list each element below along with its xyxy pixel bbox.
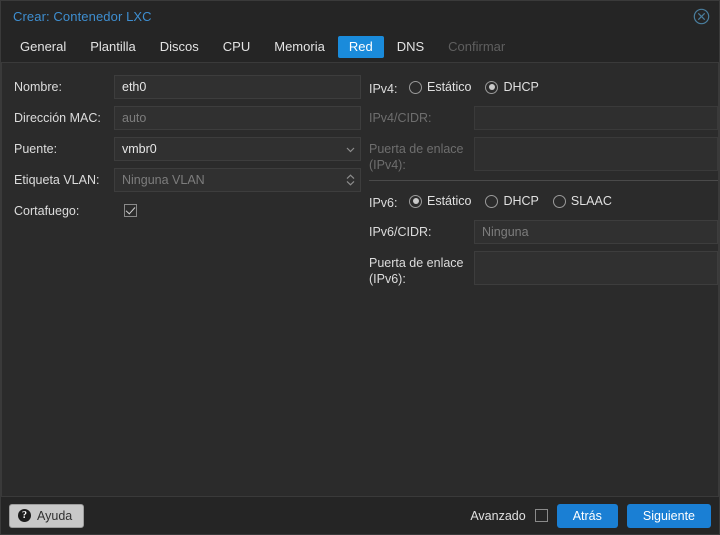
ipv4-gateway-input (474, 137, 718, 171)
dialog-body: Nombre: eth0 Dirección MAC: auto Puente:… (1, 63, 719, 496)
field-row-ipv4-gateway: Puerta de enlace (IPv4): (369, 137, 718, 173)
tab-confirmar: Confirmar (448, 38, 506, 54)
ipv4-cidr-label: IPv4/CIDR: (369, 111, 432, 125)
vlan-label: Etiqueta VLAN: (14, 173, 100, 187)
mac-input[interactable]: auto (114, 106, 361, 130)
ipv4-static-label: Estático (427, 80, 472, 94)
close-circle-icon[interactable] (693, 8, 710, 25)
tab-discos[interactable]: Discos (149, 36, 210, 58)
field-row-ipv4-cidr: IPv4/CIDR: (369, 106, 718, 130)
create-lxc-dialog: Crear: Contenedor LXC General Plantilla … (0, 0, 720, 535)
radio-circle-selected-icon (409, 194, 422, 208)
footer-actions: Avanzado Atrás Siguiente (470, 503, 711, 528)
ipv6-static-radio[interactable]: Estático (409, 194, 471, 208)
field-row-ipv6-gateway: Puerta de enlace (IPv6): (369, 251, 718, 287)
ipv4-dhcp-label: DHCP (503, 80, 539, 94)
ipv6-gateway-label: Puerta de enlace (IPv6): (369, 251, 474, 287)
ipv6-slaac-label: SLAAC (570, 194, 612, 208)
mac-label: Dirección MAC: (14, 111, 101, 125)
field-row-bridge: Puente: vmbr0 (14, 137, 361, 161)
ipv4-ipv6-divider (369, 180, 718, 181)
back-button[interactable]: Atrás (556, 503, 618, 528)
tab-general[interactable]: General (9, 36, 77, 58)
ipv4-gateway-label-line1: Puerta de enlace (369, 142, 464, 156)
field-row-ipv6-cidr: IPv6/CIDR: Ninguna (369, 220, 718, 244)
ipv4-gateway-label: Puerta de enlace (IPv4): (369, 137, 474, 173)
next-button[interactable]: Siguiente (626, 503, 711, 528)
ipv6-gateway-input[interactable] (474, 251, 718, 285)
dialog-titlebar: Crear: Contenedor LXC (1, 1, 719, 31)
help-button-label: Ayuda (37, 508, 73, 523)
ipv4-dhcp-radio[interactable]: DHCP (485, 80, 539, 94)
ipv6-slaac-radio[interactable]: SLAAC (552, 194, 612, 208)
ipv4-label: IPv4: (369, 82, 398, 96)
radio-circle-selected-icon (485, 80, 499, 94)
ipv6-dhcp-label: DHCP (503, 194, 539, 208)
radio-circle-icon (552, 194, 566, 208)
ipv6-cidr-label: IPv6/CIDR: (369, 225, 432, 239)
tab-memoria[interactable]: Memoria (263, 36, 336, 58)
tab-plantilla[interactable]: Plantilla (79, 36, 147, 58)
dialog-footer: ? Ayuda Avanzado Atrás Siguiente (1, 496, 719, 534)
bridge-label: Puente: (14, 142, 58, 156)
ipv4-static-radio[interactable]: Estático (409, 80, 471, 94)
ipv6-static-label: Estático (427, 194, 472, 208)
radio-circle-icon (409, 80, 422, 94)
advanced-checkbox[interactable] (534, 509, 548, 522)
tab-red[interactable]: Red (337, 35, 384, 58)
ipv4-mode-row: IPv4: Estático DHCP (369, 75, 718, 99)
vlan-input[interactable]: Ninguna VLAN (114, 168, 361, 192)
ipv6-gateway-label-line2: (IPv6): (369, 272, 406, 286)
help-button[interactable]: ? Ayuda (9, 503, 85, 528)
field-row-vlan: Etiqueta VLAN: Ninguna VLAN (14, 168, 361, 192)
tab-bar: General Plantilla Discos CPU Memoria Red… (1, 31, 719, 63)
firewall-label: Cortafuego: (14, 204, 80, 218)
field-row-mac: Dirección MAC: auto (14, 106, 361, 130)
ipv6-gateway-label-line1: Puerta de enlace (369, 256, 464, 270)
ipv4-gateway-label-line2: (IPv4): (369, 158, 406, 172)
network-left-column: Nombre: eth0 Dirección MAC: auto Puente:… (2, 75, 361, 496)
firewall-checkbox[interactable] (124, 204, 137, 218)
ipv4-cidr-input (474, 106, 718, 130)
network-right-column: IPv4: Estático DHCP IPv4/CIDR: Puerta de… (361, 75, 718, 496)
field-row-name: Nombre: eth0 (14, 75, 361, 99)
tab-dns[interactable]: DNS (386, 36, 435, 58)
ipv6-cidr-input[interactable]: Ninguna (474, 220, 718, 244)
bridge-select[interactable]: vmbr0 (114, 137, 361, 161)
tab-cpu[interactable]: CPU (212, 36, 261, 58)
name-label: Nombre: (14, 80, 62, 94)
question-mark-icon: ? (18, 509, 31, 522)
ipv6-label: IPv6: (369, 196, 398, 210)
ipv6-dhcp-radio[interactable]: DHCP (485, 194, 539, 208)
name-input[interactable]: eth0 (114, 75, 361, 99)
field-row-firewall: Cortafuego: (14, 199, 361, 223)
dialog-title: Crear: Contenedor LXC (13, 8, 152, 24)
ipv6-mode-row: IPv6: Estático DHCP SLAAC (369, 189, 718, 213)
radio-circle-icon (485, 194, 499, 208)
advanced-label: Avanzado (470, 508, 526, 523)
